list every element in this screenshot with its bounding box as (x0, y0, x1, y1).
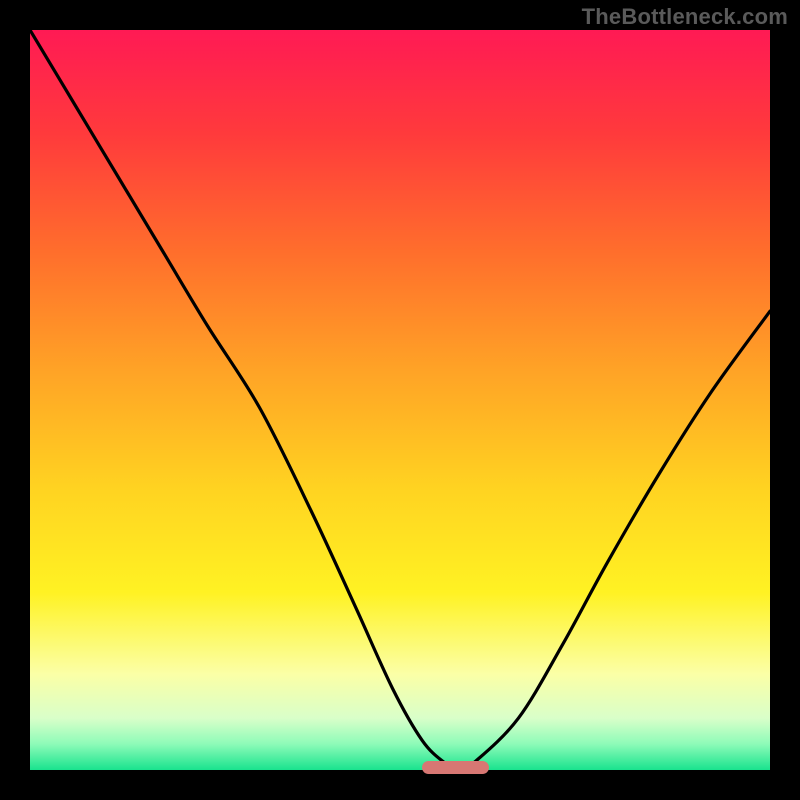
curve-layer (30, 30, 770, 770)
plot-area (30, 30, 770, 770)
watermark-text: TheBottleneck.com (582, 4, 788, 30)
bottleneck-curve (30, 30, 770, 770)
chart-frame: TheBottleneck.com (0, 0, 800, 800)
optimal-range-marker (422, 761, 489, 774)
